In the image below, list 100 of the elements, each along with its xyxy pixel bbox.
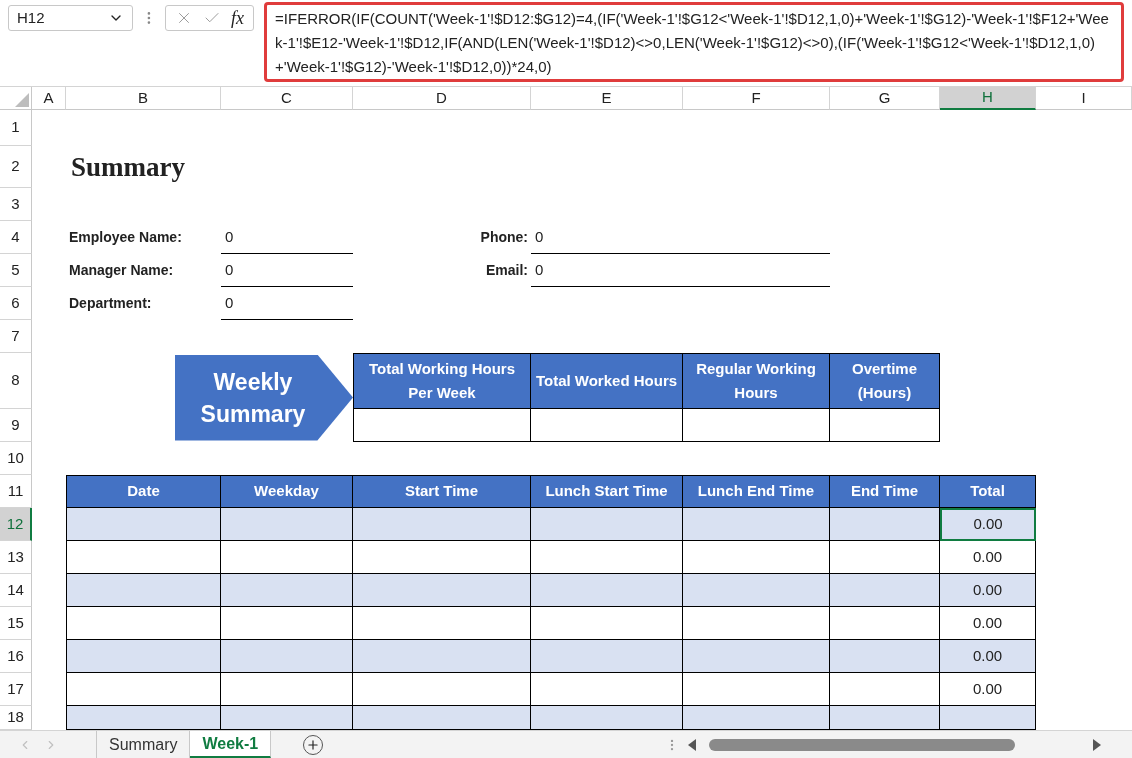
row-header[interactable]: 13 xyxy=(0,541,32,574)
column-header[interactable]: G xyxy=(830,87,940,110)
formula-field[interactable]: =IFERROR(IF(COUNT('Week-1'!$D12:$G12)=4,(IF('Week-1'!$G12<'Week-1'!$D12,1,0)+'Week-1'!$G12)-'Week-1'!$F12+'Week-1'!$E12-'Week-1'!$D12,IF(AND(LEN('Week-1'!$D12)<>0,LEN('Week-1'!$G12)<>0),(IF('Week-1'!$G12<'Week-1'!$D12,1,0)+'Week-1'!$G12)-'Week-1'!$D12,0))*24,0) xyxy=(264,2,1124,82)
scroll-left-icon[interactable] xyxy=(687,738,698,751)
row-header[interactable]: 14 xyxy=(0,574,32,607)
field-value[interactable]: 0 xyxy=(531,221,830,254)
table-cell[interactable] xyxy=(66,574,221,607)
table-header-cell: Start Time xyxy=(353,475,531,508)
table-cell[interactable] xyxy=(353,508,531,541)
table-header-cell: Total xyxy=(940,475,1036,508)
table-cell[interactable] xyxy=(531,541,683,574)
field-value[interactable]: 0 xyxy=(221,254,353,287)
table-cell[interactable] xyxy=(353,607,531,640)
summary-value-cell[interactable] xyxy=(531,409,683,442)
plus-icon xyxy=(306,737,321,752)
row-header[interactable]: 4 xyxy=(0,221,32,254)
table-cell[interactable] xyxy=(531,640,683,673)
row-header[interactable]: 9 xyxy=(0,409,32,442)
insert-function-button[interactable]: fx xyxy=(231,4,244,32)
field-value[interactable]: 0 xyxy=(221,287,353,320)
row-header[interactable]: 10 xyxy=(0,442,32,475)
table-cell[interactable] xyxy=(683,541,830,574)
table-cell[interactable] xyxy=(830,508,940,541)
column-header[interactable]: I xyxy=(1036,87,1132,110)
table-cell[interactable] xyxy=(221,640,353,673)
table-cell[interactable] xyxy=(221,541,353,574)
table-cell[interactable] xyxy=(66,607,221,640)
table-cell[interactable] xyxy=(830,706,940,730)
scrollbar-thumb[interactable] xyxy=(709,738,1016,751)
table-cell[interactable] xyxy=(353,541,531,574)
row-header[interactable]: 2 xyxy=(0,146,32,188)
table-cell[interactable] xyxy=(66,706,221,730)
row-header[interactable]: 3 xyxy=(0,188,32,221)
table-cell[interactable]: 0.00 xyxy=(940,640,1036,673)
table-cell[interactable] xyxy=(531,607,683,640)
field-value[interactable]: 0 xyxy=(221,221,353,254)
field-value[interactable]: 0 xyxy=(531,254,830,287)
field-label: Department: xyxy=(68,294,153,313)
column-header[interactable]: A xyxy=(32,87,66,110)
table-cell[interactable] xyxy=(66,640,221,673)
field-label: Manager Name: xyxy=(68,261,175,280)
column-header[interactable]: F xyxy=(683,87,830,110)
table-cell[interactable]: 0.00 xyxy=(940,508,1036,541)
summary-value-cell[interactable] xyxy=(830,409,940,442)
table-cell[interactable]: 0.00 xyxy=(940,673,1036,706)
table-cell[interactable] xyxy=(66,508,221,541)
sheet-tab[interactable]: Week-1 xyxy=(190,731,272,758)
summary-value-cell[interactable] xyxy=(683,409,830,442)
table-cell[interactable] xyxy=(830,574,940,607)
row-header[interactable]: 6 xyxy=(0,287,32,320)
row-header[interactable]: 11 xyxy=(0,475,32,508)
table-cell[interactable] xyxy=(830,607,940,640)
table-cell[interactable] xyxy=(830,673,940,706)
row-header[interactable]: 15 xyxy=(0,607,32,640)
corner-triangle-icon xyxy=(15,93,29,107)
row-header[interactable]: 18 xyxy=(0,706,32,730)
table-cell[interactable] xyxy=(683,673,830,706)
table-cell[interactable] xyxy=(221,607,353,640)
column-header[interactable]: E xyxy=(531,87,683,110)
row-header[interactable]: 16 xyxy=(0,640,32,673)
table-header-cell: Lunch Start Time xyxy=(531,475,683,508)
table-cell[interactable] xyxy=(830,640,940,673)
table-cell[interactable]: 0.00 xyxy=(940,541,1036,574)
table-cell[interactable] xyxy=(221,574,353,607)
row-header[interactable]: 1 xyxy=(0,110,32,146)
column-header[interactable]: B xyxy=(66,87,221,110)
table-cell[interactable] xyxy=(353,640,531,673)
table-cell[interactable] xyxy=(531,706,683,730)
table-cell[interactable] xyxy=(531,574,683,607)
row-header[interactable]: 5 xyxy=(0,254,32,287)
table-header-cell: Weekday xyxy=(221,475,353,508)
scroll-right-icon[interactable] xyxy=(1092,738,1103,751)
table-cell[interactable] xyxy=(66,541,221,574)
column-header[interactable]: C xyxy=(221,87,353,110)
table-cell[interactable] xyxy=(353,706,531,730)
table-cell[interactable] xyxy=(683,508,830,541)
name-box[interactable]: H12 xyxy=(8,5,133,31)
table-cell[interactable] xyxy=(531,508,683,541)
table-cell[interactable] xyxy=(221,673,353,706)
table-cell[interactable] xyxy=(531,673,683,706)
row-header[interactable]: 17 xyxy=(0,673,32,706)
table-cell[interactable] xyxy=(683,706,830,730)
table-cell[interactable]: 0.00 xyxy=(940,574,1036,607)
table-cell[interactable] xyxy=(353,574,531,607)
table-cell[interactable] xyxy=(683,574,830,607)
table-cell[interactable] xyxy=(66,673,221,706)
table-cell[interactable] xyxy=(683,640,830,673)
row-header[interactable]: 7 xyxy=(0,320,32,353)
table-cell[interactable] xyxy=(940,706,1036,730)
table-cell[interactable] xyxy=(353,673,531,706)
table-cell[interactable] xyxy=(683,607,830,640)
table-cell[interactable] xyxy=(221,508,353,541)
table-cell[interactable] xyxy=(221,706,353,730)
column-header[interactable]: D xyxy=(353,87,531,110)
column-header[interactable]: H xyxy=(940,87,1036,110)
row-header[interactable]: 8 xyxy=(0,353,32,409)
table-cell[interactable]: 0.00 xyxy=(940,607,1036,640)
table-cell[interactable] xyxy=(830,541,940,574)
row-header[interactable]: 12 xyxy=(0,508,32,541)
summary-value-cell[interactable] xyxy=(353,409,531,442)
